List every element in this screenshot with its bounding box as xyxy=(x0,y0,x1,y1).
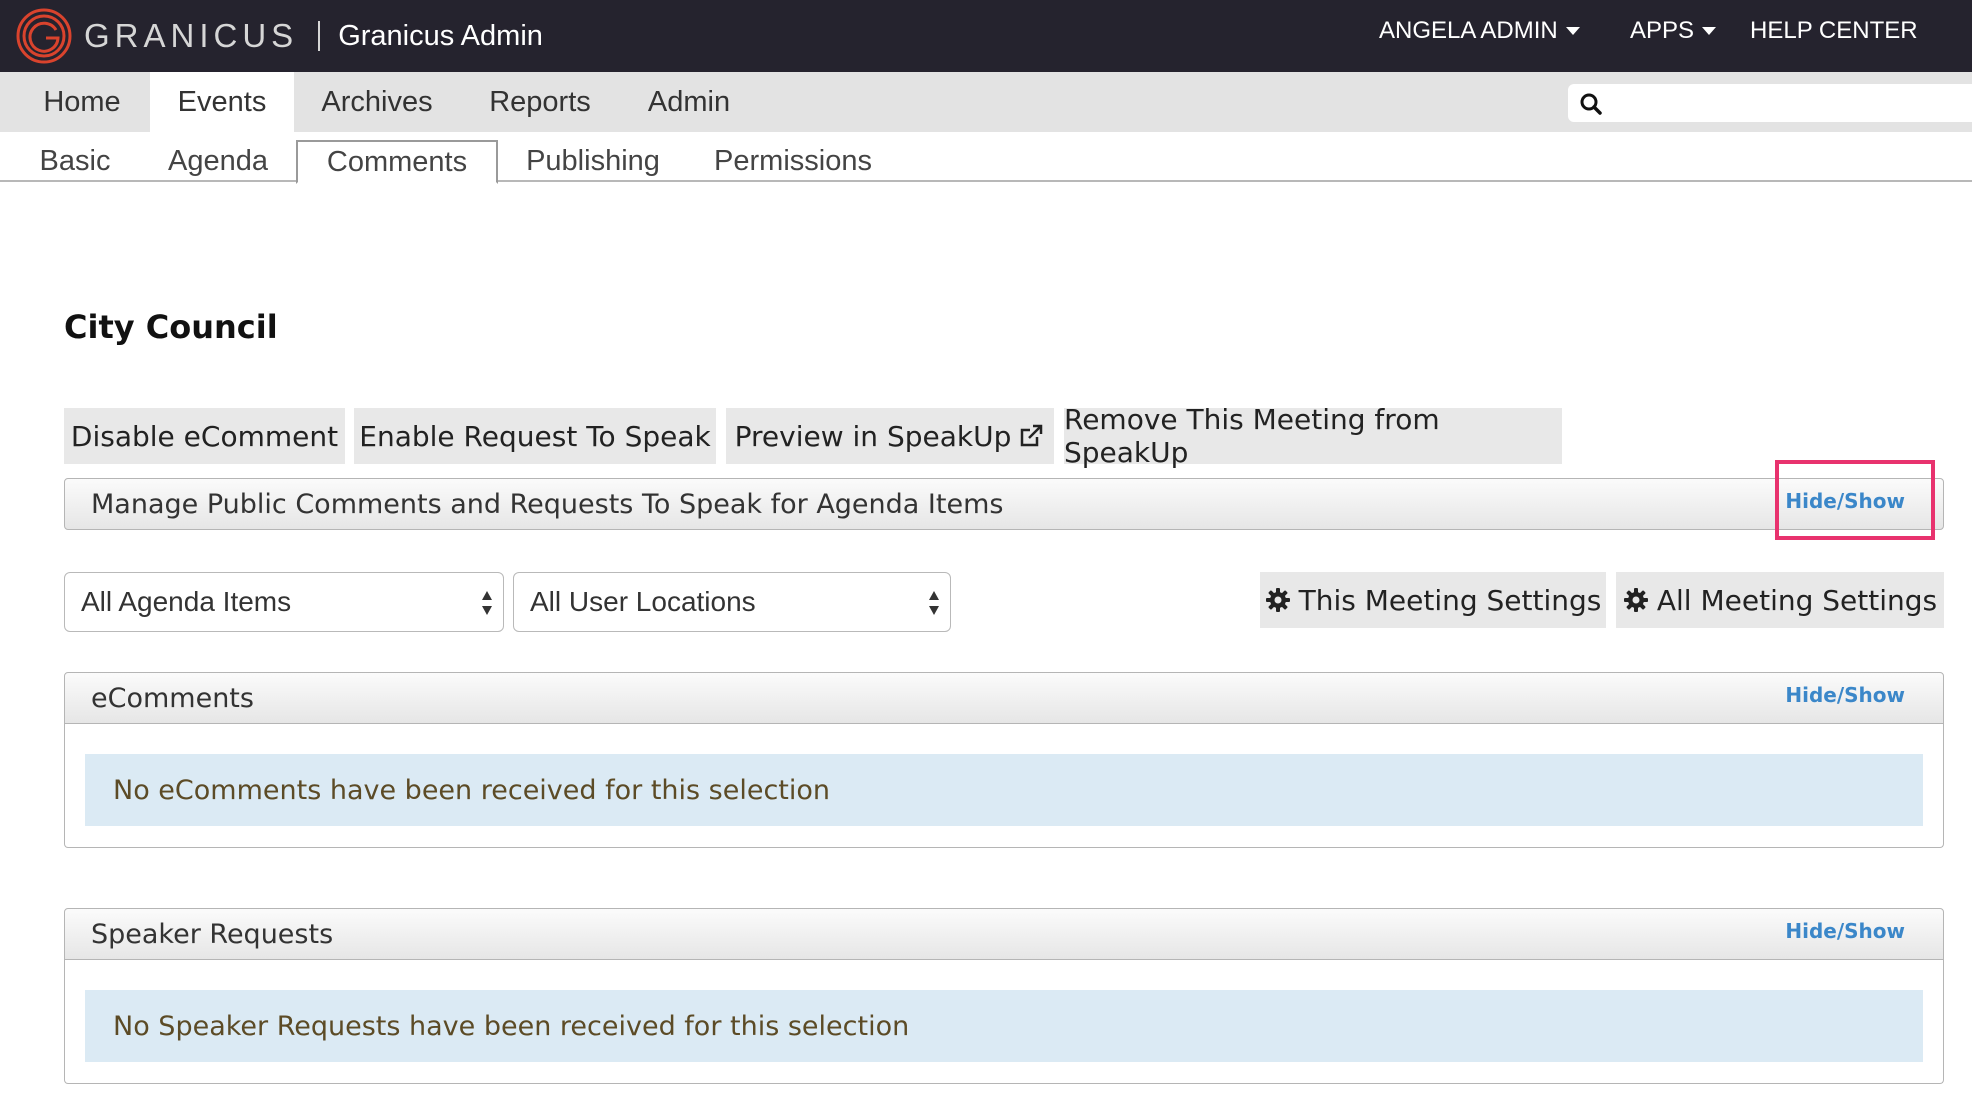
ecomments-empty-message: No eComments have been received for this… xyxy=(113,774,831,806)
tab-agenda-label: Agenda xyxy=(168,144,268,177)
gear-icon xyxy=(1623,588,1648,612)
remove-meeting-from-speakup-button[interactable]: Remove This Meeting from SpeakUp xyxy=(1064,403,1562,469)
tab-basic-label: Basic xyxy=(39,144,111,177)
tab-comments-label: Comments xyxy=(326,145,468,178)
tab-publishing-label: Publishing xyxy=(526,144,660,177)
tab-permissions-label: Permissions xyxy=(714,144,872,177)
speaker-requests-empty-alert: No Speaker Requests have been received f… xyxy=(85,990,1923,1062)
logo-wordmark: GRANICUS xyxy=(84,17,299,54)
search-icon xyxy=(1580,93,1602,115)
highlight-box xyxy=(1775,460,1935,540)
external-link-icon xyxy=(1021,424,1043,447)
nav-archives[interactable]: Archives xyxy=(300,72,454,132)
preview-label: Preview in SpeakUp xyxy=(734,419,1012,453)
user-locations-select-value: All User Locations xyxy=(530,586,756,617)
main-nav: Home Events Archives Reports Admin xyxy=(0,72,1972,132)
all-meeting-settings-button[interactable]: All Meeting Settings xyxy=(1616,572,1944,628)
page-title: City Council xyxy=(64,308,278,346)
user-menu[interactable]: ANGELA ADMIN xyxy=(1379,0,1580,62)
ecomments-hide-show-link[interactable]: Hide/Show xyxy=(1785,683,1905,707)
agenda-items-select[interactable]: All Agenda Items xyxy=(64,572,504,632)
enable-request-to-speak-button[interactable]: Enable Request To Speak xyxy=(354,408,716,464)
disable-ecomment-button[interactable]: Disable eComment xyxy=(64,408,345,464)
app-title: Granicus Admin xyxy=(338,19,543,52)
nav-events[interactable]: Events xyxy=(150,72,294,132)
user-locations-select[interactable]: All User Locations xyxy=(513,572,951,632)
sub-nav: Basic Agenda Comments Publishing Permiss… xyxy=(0,132,1972,184)
caret-down-icon xyxy=(1702,27,1717,35)
ecomments-panel-header: eComments Hide/Show xyxy=(64,672,1944,724)
ecomments-panel-title: eComments xyxy=(91,683,254,714)
tab-comments[interactable]: Comments xyxy=(296,140,498,184)
ecomments-empty-alert: No eComments have been received for this… xyxy=(85,754,1923,826)
preview-in-speakup-button[interactable]: Preview in SpeakUp xyxy=(726,408,1054,464)
remove-meeting-label: Remove This Meeting from SpeakUp xyxy=(1064,403,1440,469)
apps-menu[interactable]: APPS xyxy=(1630,0,1717,62)
nav-events-label: Events xyxy=(177,85,267,118)
this-meeting-settings-button[interactable]: This Meeting Settings xyxy=(1260,572,1606,628)
manage-panel-title: Manage Public Comments and Requests To S… xyxy=(91,489,1004,520)
disable-ecomment-label: Disable eComment xyxy=(70,419,339,453)
help-center-label: HELP CENTER xyxy=(1750,17,1918,44)
nav-admin-label: Admin xyxy=(647,85,731,118)
apps-menu-label: APPS xyxy=(1630,17,1695,44)
granicus-logo-icon xyxy=(16,8,72,64)
user-menu-label: ANGELA ADMIN xyxy=(1379,17,1558,44)
speaker-requests-panel-title: Speaker Requests xyxy=(91,919,334,950)
enable-request-label: Enable Request To Speak xyxy=(359,419,711,453)
tab-agenda[interactable]: Agenda xyxy=(150,140,286,182)
nav-home-label: Home xyxy=(43,85,121,118)
caret-down-icon xyxy=(1565,27,1580,35)
select-arrows-icon xyxy=(482,591,492,615)
tab-basic[interactable]: Basic xyxy=(22,140,128,182)
tab-permissions[interactable]: Permissions xyxy=(700,140,886,182)
logo-divider xyxy=(318,21,321,51)
all-meeting-settings-label: All Meeting Settings xyxy=(1656,583,1938,617)
ecomments-panel-body: No eComments have been received for this… xyxy=(64,724,1944,848)
tab-publishing[interactable]: Publishing xyxy=(510,140,676,182)
agenda-items-select-value: All Agenda Items xyxy=(81,586,292,617)
nav-reports-label: Reports xyxy=(489,85,591,118)
this-meeting-settings-label: This Meeting Settings xyxy=(1298,583,1602,617)
gear-icon xyxy=(1265,588,1290,612)
search-input[interactable] xyxy=(1568,84,1972,122)
nav-archives-label: Archives xyxy=(321,85,433,118)
logo[interactable]: GRANICUS Granicus Admin xyxy=(16,2,543,70)
nav-admin[interactable]: Admin xyxy=(630,72,748,132)
help-center-link[interactable]: HELP CENTER xyxy=(1750,0,1918,62)
speaker-requests-panel-header: Speaker Requests Hide/Show xyxy=(64,908,1944,960)
top-bar: GRANICUS Granicus Admin ANGELA ADMIN APP… xyxy=(0,0,1972,72)
manage-comments-panel-header: Manage Public Comments and Requests To S… xyxy=(64,478,1944,530)
select-arrows-icon xyxy=(929,591,939,615)
speaker-requests-panel-body: No Speaker Requests have been received f… xyxy=(64,960,1944,1084)
speaker-requests-hide-show-link[interactable]: Hide/Show xyxy=(1785,919,1905,943)
speaker-requests-empty-message: No Speaker Requests have been received f… xyxy=(113,1010,910,1042)
nav-reports[interactable]: Reports xyxy=(470,72,610,132)
nav-home[interactable]: Home xyxy=(18,72,146,132)
